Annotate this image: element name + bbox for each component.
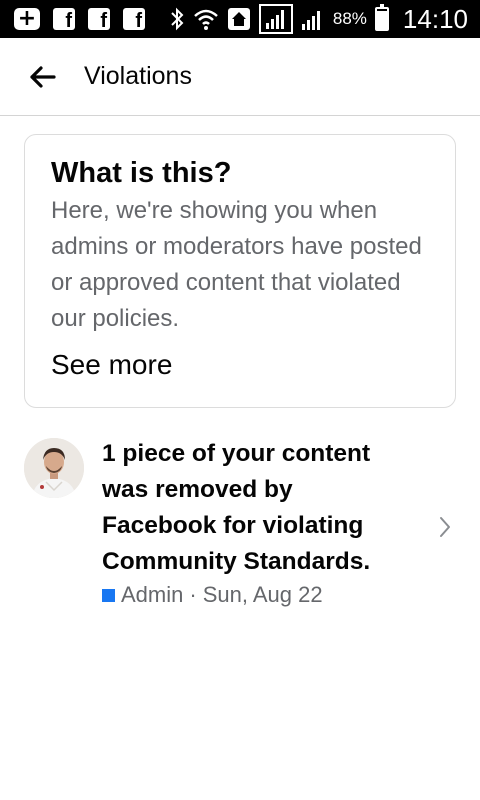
bluetooth-icon <box>171 7 184 31</box>
clock: 14:10 <box>402 3 468 34</box>
chevron-right-icon[interactable] <box>436 514 454 540</box>
card-description: Here, we're showing you when admins or m… <box>51 197 422 332</box>
see-more-link[interactable]: See more <box>51 347 429 383</box>
notification-text: 1 piece of your content was removed by F… <box>102 440 371 575</box>
card-title: What is this? <box>51 157 232 189</box>
facebook-icon: f <box>53 8 75 30</box>
status-bar: + f f f 88% 14:10 <box>0 0 480 38</box>
meta-separator: · <box>189 582 197 607</box>
facebook-icon: f <box>88 8 110 30</box>
battery-percent: 88% <box>332 9 367 28</box>
signal-icon <box>258 4 293 34</box>
page-title: Violations <box>84 62 192 90</box>
notification-date: Sun, Aug 22 <box>202 582 323 607</box>
notification-meta: Admin · Sun, Aug 22 <box>102 582 323 608</box>
arrow-left-icon[interactable] <box>26 60 60 94</box>
battery-icon <box>374 4 389 31</box>
avatar <box>24 438 84 498</box>
info-card: What is this? Here, we're showing you wh… <box>24 134 456 408</box>
signal-icon <box>301 11 320 30</box>
app-header: Violations <box>0 38 480 116</box>
role-indicator <box>102 588 115 602</box>
add-box-icon: + <box>14 8 40 30</box>
wifi-icon <box>194 9 218 30</box>
role-label: Admin <box>121 582 184 607</box>
facebook-icon: f <box>123 8 145 30</box>
home-icon <box>227 8 250 30</box>
violation-list-item[interactable]: 1 piece of your content was removed by F… <box>0 432 480 622</box>
